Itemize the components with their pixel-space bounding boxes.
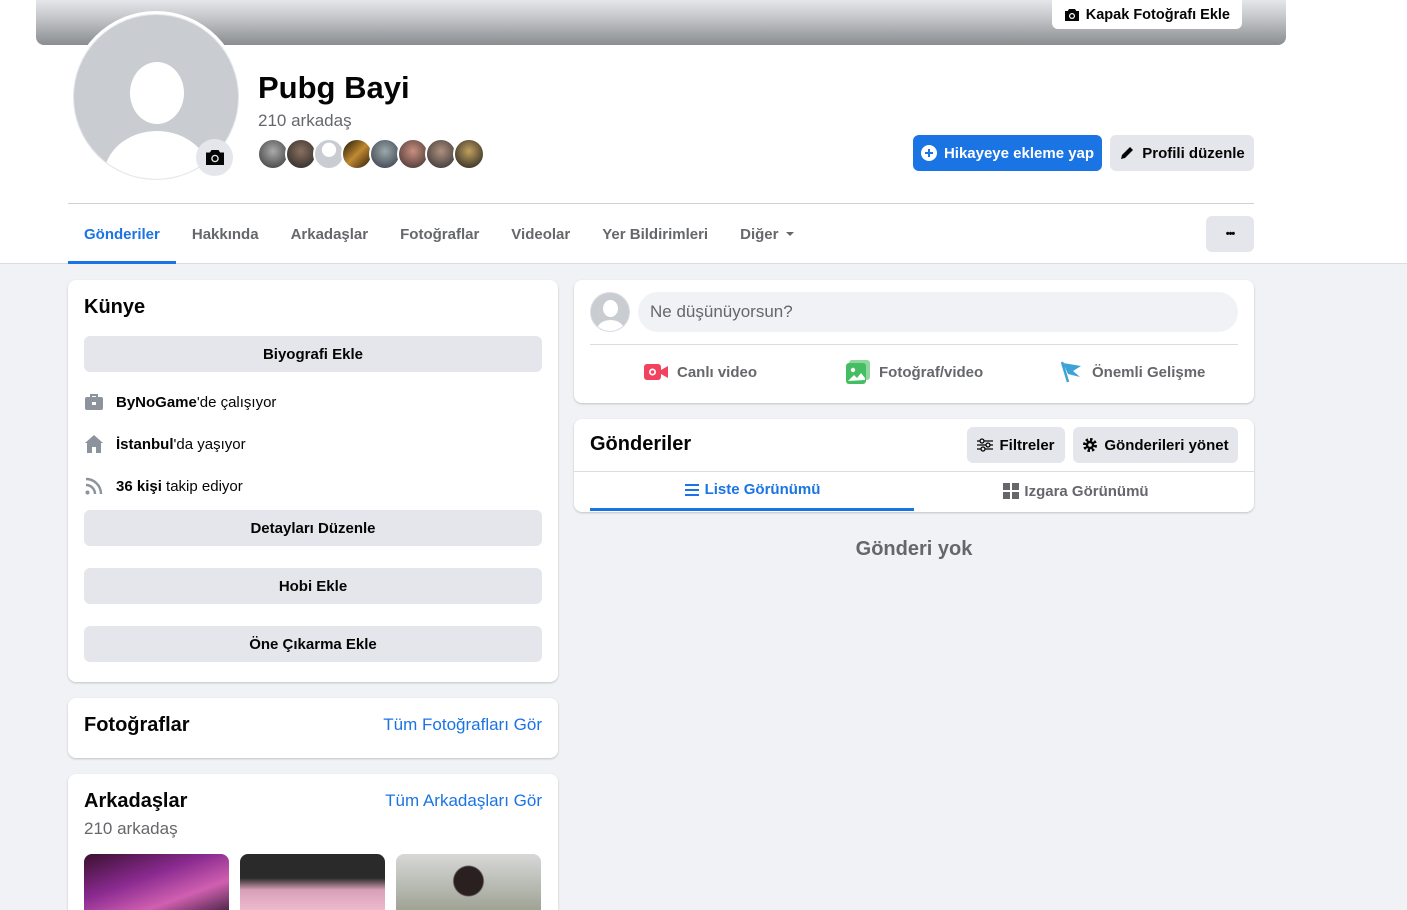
add-bio-label: Biyografi Ekle xyxy=(262,345,364,363)
profile-header: Kapak Fotoğrafı Ekle Pubg Bayi 210 arkad… xyxy=(0,0,1407,264)
manage-posts-label: Gönderileri yönet xyxy=(1104,436,1229,454)
list-view-tab[interactable]: Liste Görünümü xyxy=(590,471,914,511)
intro-card: Künye Biyografi Ekle ByNoGame'de çalışıy… xyxy=(68,280,558,682)
friend-avatars xyxy=(257,138,485,170)
post-composer: Ne düşünüyorsun? Canlı video Fotoğraf/vi… xyxy=(574,280,1254,403)
see-all-photos-link[interactable]: Tüm Fotoğrafları Gör xyxy=(383,715,542,735)
tab-posts[interactable]: Gönderiler xyxy=(68,204,176,264)
tab-about[interactable]: Hakkında xyxy=(176,204,275,264)
live-video-label: Canlı video xyxy=(677,363,758,381)
friends-card: Arkadaşlar Tüm Arkadaşları Gör 210 arkad… xyxy=(68,774,558,910)
add-to-story-button[interactable]: Hikayeye ekleme yap xyxy=(913,135,1102,171)
list-view-label: Liste Görünümü xyxy=(704,481,821,498)
add-featured-button[interactable]: Öne Çıkarma Ekle xyxy=(84,626,542,662)
divider xyxy=(590,344,1238,345)
user-avatar[interactable] xyxy=(590,292,630,332)
gear-icon xyxy=(1083,438,1098,452)
camera-icon xyxy=(1064,8,1079,21)
tab-label: Gönderiler xyxy=(84,225,160,243)
photos-title: Fotoğraflar xyxy=(84,714,190,736)
rss-icon xyxy=(85,477,103,495)
ellipsis-icon: ••• xyxy=(1225,228,1236,240)
pencil-icon xyxy=(1121,147,1134,159)
posts-title: Gönderiler xyxy=(590,433,692,455)
followers-link[interactable]: 36 kişi xyxy=(116,478,162,495)
posts-header: Gönderiler Filtreler Gönderileri yönet L… xyxy=(574,419,1254,512)
edit-profile-label: Profili düzenle xyxy=(1142,144,1245,162)
add-featured-label: Öne Çıkarma Ekle xyxy=(249,635,377,653)
life-event-button[interactable]: Önemli Gelişme xyxy=(1061,352,1205,392)
filters-label: Filtreler xyxy=(999,436,1055,454)
caret-down-icon xyxy=(786,232,795,236)
grid-view-label: Izgara Görünümü xyxy=(1024,482,1149,500)
filters-button[interactable]: Filtreler xyxy=(967,427,1065,463)
city-text: 'da yaşıyor xyxy=(173,435,246,453)
live-video-button[interactable]: Canlı video xyxy=(644,352,757,392)
intro-title: Künye xyxy=(84,296,146,318)
filter-sliders-icon xyxy=(977,438,994,452)
profile-name: Pubg Bayi xyxy=(258,70,410,105)
add-cover-photo-button[interactable]: Kapak Fotoğrafı Ekle xyxy=(1051,0,1242,29)
photo-icon xyxy=(846,360,870,384)
tab-label: Diğer xyxy=(740,225,779,243)
manage-posts-button[interactable]: Gönderileri yönet xyxy=(1073,427,1238,463)
camera-icon xyxy=(205,150,224,165)
add-cover-photo-label: Kapak Fotoğrafı Ekle xyxy=(1085,6,1230,23)
friend-thumbnail[interactable] xyxy=(240,854,385,910)
work-info: ByNoGame'de çalışıyor xyxy=(84,392,276,412)
whats-on-your-mind-input[interactable]: Ne düşünüyorsun? xyxy=(638,292,1238,332)
city-link[interactable]: İstanbul xyxy=(116,436,174,453)
tab-friends[interactable]: Arkadaşlar xyxy=(275,204,385,264)
friend-avatar[interactable] xyxy=(453,138,485,170)
tab-more[interactable]: Diğer xyxy=(724,204,811,264)
edit-profile-button[interactable]: Profili düzenle xyxy=(1110,135,1254,171)
friends-count-link[interactable]: 210 arkadaş xyxy=(258,111,352,131)
city-info: İstanbul'da yaşıyor xyxy=(84,434,246,454)
more-options-button[interactable]: ••• xyxy=(1206,216,1254,252)
edit-details-button[interactable]: Detayları Düzenle xyxy=(84,510,542,546)
composer-placeholder: Ne düşünüyorsun? xyxy=(650,302,793,321)
flag-icon xyxy=(1061,361,1081,383)
tab-photos[interactable]: Fotoğraflar xyxy=(384,204,495,264)
tab-label: Yer Bildirimleri xyxy=(602,225,709,243)
home-icon xyxy=(85,435,103,453)
add-hobby-button[interactable]: Hobi Ekle xyxy=(84,568,542,604)
see-all-friends-link[interactable]: Tüm Arkadaşları Gör xyxy=(385,791,542,811)
tab-check-ins[interactable]: Yer Bildirimleri xyxy=(586,204,724,264)
workplace-link[interactable]: ByNoGame xyxy=(116,394,197,411)
add-bio-button[interactable]: Biyografi Ekle xyxy=(84,336,542,372)
photo-video-button[interactable]: Fotoğraf/video xyxy=(846,352,983,392)
friends-count-text: 210 arkadaş xyxy=(84,819,178,838)
photos-card: Fotoğraflar Tüm Fotoğrafları Gör xyxy=(68,698,558,758)
friend-thumbnail[interactable] xyxy=(84,854,229,910)
add-hobby-label: Hobi Ekle xyxy=(278,577,348,595)
tab-label: Arkadaşlar xyxy=(290,225,369,243)
friend-thumbnail[interactable] xyxy=(396,854,541,910)
followers-info: 36 kişi takip ediyor xyxy=(84,476,243,496)
grid-icon xyxy=(1003,483,1020,499)
add-to-story-label: Hikayeye ekleme yap xyxy=(943,144,1095,162)
grid-view-tab[interactable]: Izgara Görünümü xyxy=(914,471,1238,511)
tab-label: Videolar xyxy=(511,225,571,243)
list-icon xyxy=(684,483,699,496)
photo-video-label: Fotoğraf/video xyxy=(879,363,984,381)
tab-label: Hakkında xyxy=(191,225,259,243)
life-event-label: Önemli Gelişme xyxy=(1092,363,1206,381)
no-posts-message: Gönderi yok xyxy=(855,538,973,560)
tab-label: Fotoğraflar xyxy=(400,225,480,243)
profile-tabs: Gönderiler Hakkında Arkadaşlar Fotoğrafl… xyxy=(68,204,811,264)
work-text: 'de çalışıyor xyxy=(196,393,277,411)
followers-text: takip ediyor xyxy=(161,477,243,495)
tab-videos[interactable]: Videolar xyxy=(495,204,586,264)
edit-details-label: Detayları Düzenle xyxy=(250,519,376,537)
cover-photo: Kapak Fotoğrafı Ekle xyxy=(36,0,1286,45)
video-camera-icon xyxy=(644,364,668,380)
friends-title: Arkadaşlar xyxy=(84,790,188,812)
update-profile-picture-button[interactable] xyxy=(196,139,233,176)
briefcase-icon xyxy=(85,394,103,410)
plus-circle-icon xyxy=(920,145,937,161)
